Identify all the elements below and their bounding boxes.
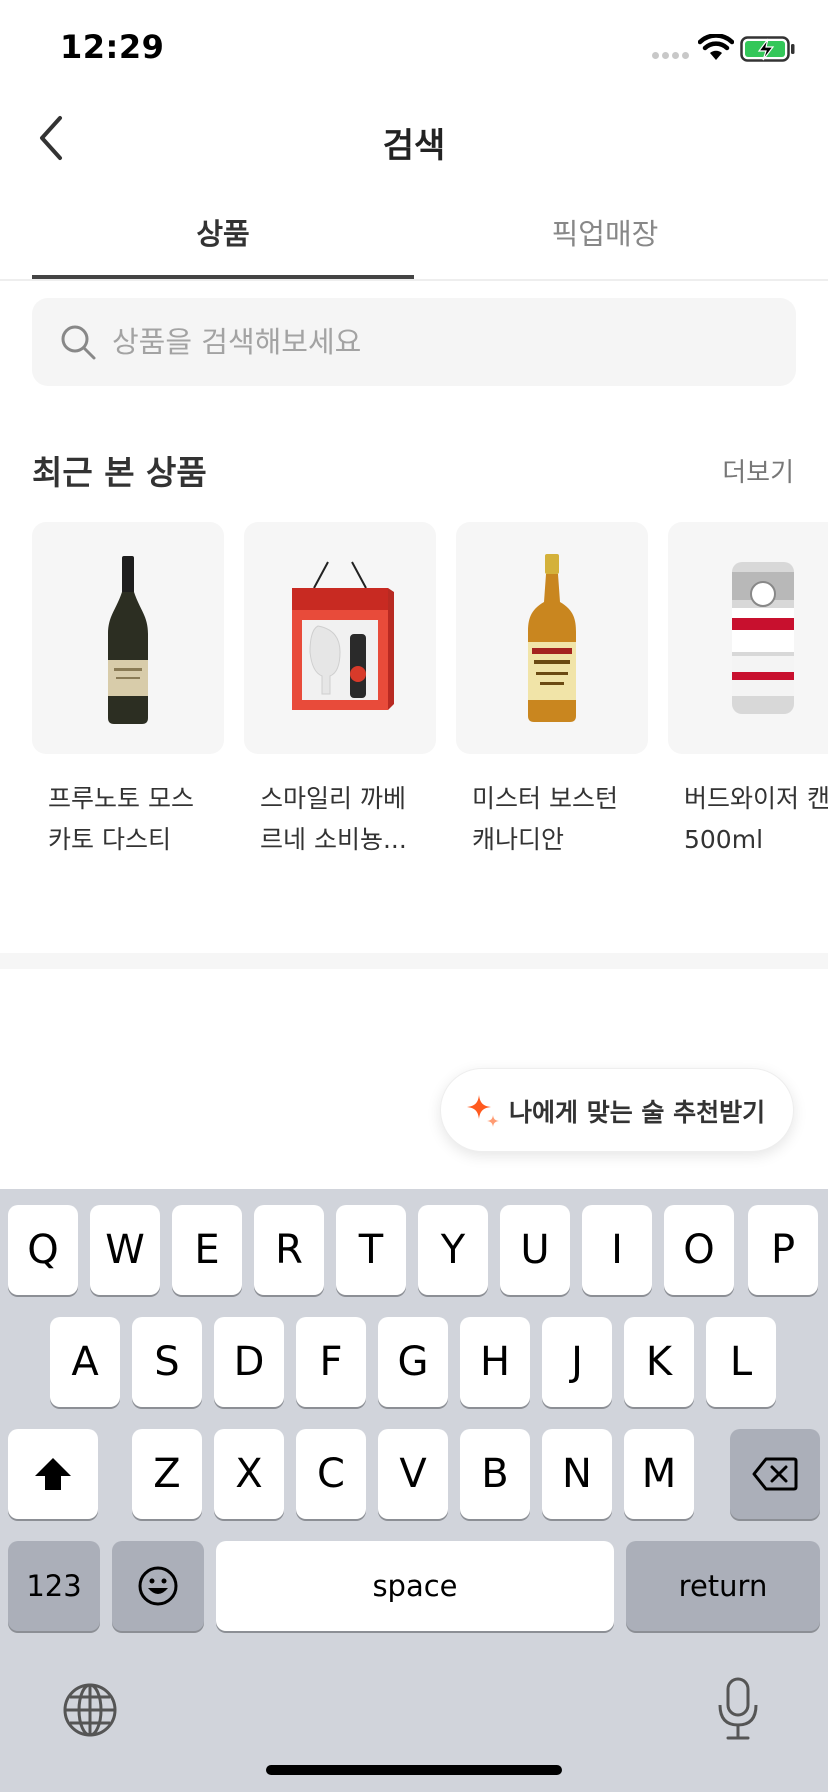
product-name: 버드와이저 캔 500ml [684, 784, 828, 854]
tab-pickup-stores[interactable]: 픽업매장 [414, 211, 796, 253]
wifi-icon [698, 34, 734, 60]
key-e[interactable]: E [172, 1205, 242, 1295]
key-n[interactable]: N [542, 1429, 612, 1519]
recent-products-title: 최근 본 상품 [32, 453, 207, 492]
backspace-icon [752, 1457, 798, 1491]
product-card[interactable]: 프루노토 모스 카토 다스티 [32, 522, 224, 860]
key-a[interactable]: A [50, 1317, 120, 1407]
battery-charging-icon [740, 36, 795, 62]
microphone-icon[interactable] [716, 1677, 760, 1741]
status-bar: 12:29 [0, 0, 828, 100]
key-u[interactable]: U [500, 1205, 570, 1295]
key-o[interactable]: O [664, 1205, 734, 1295]
search-input[interactable] [112, 312, 772, 372]
return-key[interactable]: return [626, 1541, 820, 1631]
key-v[interactable]: V [378, 1429, 448, 1519]
product-name: 스마일리 까베 르네 소비뇽... [260, 784, 407, 854]
recommend-button-label: 나에게 맞는 술 추천받기 [509, 1098, 766, 1127]
key-k[interactable]: K [624, 1317, 694, 1407]
key-s[interactable]: S [132, 1317, 202, 1407]
product-name: 미스터 보스턴 캐나디안 [472, 784, 618, 854]
recent-products-list: 프루노토 모스 카토 다스티 스마일리 까베 르네 소비뇽... 미스터 보스턴… [32, 522, 828, 862]
key-w[interactable]: W [90, 1205, 160, 1295]
key-c[interactable]: C [296, 1429, 366, 1519]
key-g[interactable]: G [378, 1317, 448, 1407]
key-m[interactable]: M [624, 1429, 694, 1519]
on-screen-keyboard: Q W E R T Y U I O P A S D F G H J K L Z … [0, 1189, 828, 1792]
sparkle-icon [467, 1095, 499, 1127]
product-image-beer-can [668, 522, 828, 754]
tab-bar: 상품 픽업매장 [0, 195, 828, 281]
section-divider [0, 953, 828, 969]
status-time: 12:29 [60, 28, 165, 66]
product-name: 프루노토 모스 카토 다스티 [48, 784, 194, 854]
key-d[interactable]: D [214, 1317, 284, 1407]
active-tab-indicator [32, 275, 414, 279]
key-t[interactable]: T [336, 1205, 406, 1295]
product-image-wine-gift-box [244, 522, 436, 754]
globe-icon[interactable] [62, 1682, 118, 1738]
key-l[interactable]: L [706, 1317, 776, 1407]
product-image-white-wine [32, 522, 224, 754]
tab-products[interactable]: 상품 [32, 211, 414, 253]
recommend-drink-button[interactable]: 나에게 맞는 술 추천받기 [440, 1068, 794, 1152]
key-h[interactable]: H [460, 1317, 530, 1407]
product-card[interactable]: 버드와이저 캔 500ml [668, 522, 828, 860]
key-f[interactable]: F [296, 1317, 366, 1407]
search-icon [61, 325, 96, 360]
search-bar[interactable] [32, 298, 796, 386]
key-r[interactable]: R [254, 1205, 324, 1295]
space-key[interactable]: space [216, 1541, 614, 1631]
key-y[interactable]: Y [418, 1205, 488, 1295]
cellular-signal-icon [652, 52, 690, 60]
page-title: 검색 [382, 126, 446, 166]
emoji-icon [138, 1566, 178, 1606]
shift-arrow-icon [35, 1458, 71, 1490]
key-i[interactable]: I [582, 1205, 652, 1295]
key-q[interactable]: Q [8, 1205, 78, 1295]
more-link[interactable]: 더보기 [722, 452, 794, 489]
backspace-key[interactable] [730, 1429, 820, 1519]
product-card[interactable]: 미스터 보스턴 캐나디안 [456, 522, 648, 860]
key-p[interactable]: P [748, 1205, 818, 1295]
shift-key[interactable] [8, 1429, 98, 1519]
product-image-whisky-bottle [456, 522, 648, 754]
key-x[interactable]: X [214, 1429, 284, 1519]
home-indicator [266, 1765, 562, 1775]
key-j[interactable]: J [542, 1317, 612, 1407]
numbers-key[interactable]: 123 [8, 1541, 100, 1631]
key-z[interactable]: Z [132, 1429, 202, 1519]
emoji-key[interactable] [112, 1541, 204, 1631]
product-card[interactable]: 스마일리 까베 르네 소비뇽... [244, 522, 436, 860]
key-b[interactable]: B [460, 1429, 530, 1519]
